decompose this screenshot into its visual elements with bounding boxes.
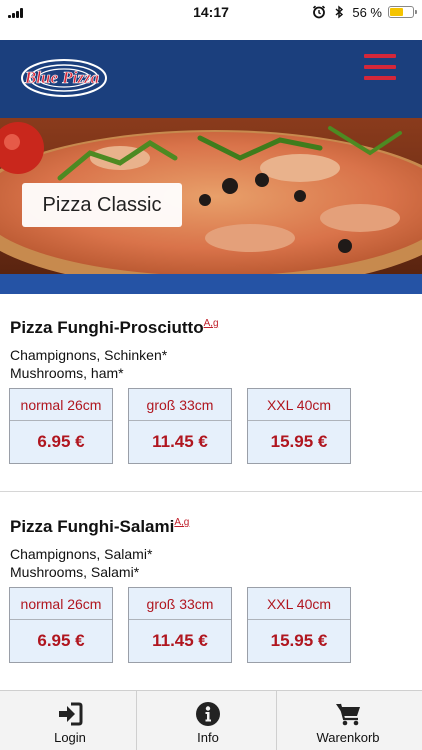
- product-title: Pizza Funghi-ProsciuttoA,g: [10, 318, 219, 338]
- size-label: groß 33cm: [129, 588, 231, 620]
- status-right: 56 %: [312, 4, 417, 20]
- item-divider: [0, 491, 422, 492]
- hamburger-menu-icon-bar: [364, 54, 396, 58]
- app-header: Blue Pizza: [0, 40, 422, 118]
- status-bar: 14:17 56 %: [0, 0, 422, 24]
- product-description: Champignons, Schinken* Mushrooms, ham*: [10, 346, 167, 382]
- description-english: Mushrooms, ham*: [10, 365, 124, 381]
- price-option-normal[interactable]: normal 26cm 6.95 €: [9, 388, 113, 464]
- size-label: XXL 40cm: [248, 588, 350, 620]
- price-label: 11.45 €: [152, 631, 208, 650]
- allergen-link[interactable]: A,g: [174, 517, 189, 528]
- price-option-normal[interactable]: normal 26cm 6.95 €: [9, 587, 113, 663]
- description-german: Champignons, Schinken*: [10, 347, 168, 363]
- price-label: 15.95 €: [270, 432, 328, 451]
- product-title: Pizza Funghi-SalamiA,g: [10, 517, 189, 537]
- category-title: Pizza Classic: [22, 183, 182, 227]
- battery-level: [390, 8, 404, 16]
- price-label: 15.95 €: [270, 631, 328, 650]
- battery-icon: [388, 6, 417, 18]
- tab-separator: [276, 691, 277, 750]
- logo-text: Blue Pizza: [24, 68, 100, 87]
- battery-percent: 56 %: [352, 4, 382, 20]
- bottom-tab-bar: Login Info Warenkorb: [0, 690, 422, 750]
- info-icon: [196, 702, 220, 726]
- product-name: Pizza Funghi-Prosciutto: [10, 318, 204, 337]
- price-option-gross[interactable]: groß 33cm 11.45 €: [128, 587, 232, 663]
- tab-label: Login: [54, 730, 86, 745]
- blue-pizza-logo[interactable]: Blue Pizza: [14, 56, 110, 102]
- tab-label: Info: [197, 730, 219, 745]
- login-icon: [59, 702, 83, 726]
- tab-label: Warenkorb: [316, 730, 380, 745]
- price-label: 6.95 €: [37, 631, 85, 650]
- size-label: groß 33cm: [129, 389, 231, 421]
- cart-icon: [336, 703, 360, 726]
- size-label: normal 26cm: [10, 389, 112, 421]
- description-german: Champignons, Salami*: [10, 546, 153, 562]
- price-option-gross[interactable]: groß 33cm 11.45 €: [128, 388, 232, 464]
- product-description: Champignons, Salami* Mushrooms, Salami*: [10, 545, 152, 581]
- tab-info[interactable]: Info: [138, 691, 278, 750]
- size-label: normal 26cm: [10, 588, 112, 620]
- price-option-xxl[interactable]: XXL 40cm 15.95 €: [247, 388, 351, 464]
- size-label: XXL 40cm: [248, 389, 350, 421]
- price-option-xxl[interactable]: XXL 40cm 15.95 €: [247, 587, 351, 663]
- hamburger-menu-icon-bar: [364, 65, 396, 69]
- alarm-icon: [313, 5, 326, 19]
- menu-button[interactable]: [364, 54, 396, 82]
- bluetooth-icon: [335, 5, 344, 19]
- category-hero: Pizza Classic: [0, 118, 422, 274]
- section-divider-bar: [0, 274, 422, 294]
- allergen-link[interactable]: A,g: [204, 318, 219, 329]
- hamburger-menu-icon-bar: [364, 76, 396, 80]
- price-label: 6.95 €: [37, 432, 85, 451]
- tab-cart[interactable]: Warenkorb: [278, 691, 418, 750]
- tab-login[interactable]: Login: [0, 691, 140, 750]
- tab-separator: [136, 691, 137, 750]
- product-name: Pizza Funghi-Salami: [10, 517, 175, 536]
- description-english: Mushrooms, Salami*: [10, 564, 140, 580]
- price-label: 11.45 €: [152, 432, 208, 451]
